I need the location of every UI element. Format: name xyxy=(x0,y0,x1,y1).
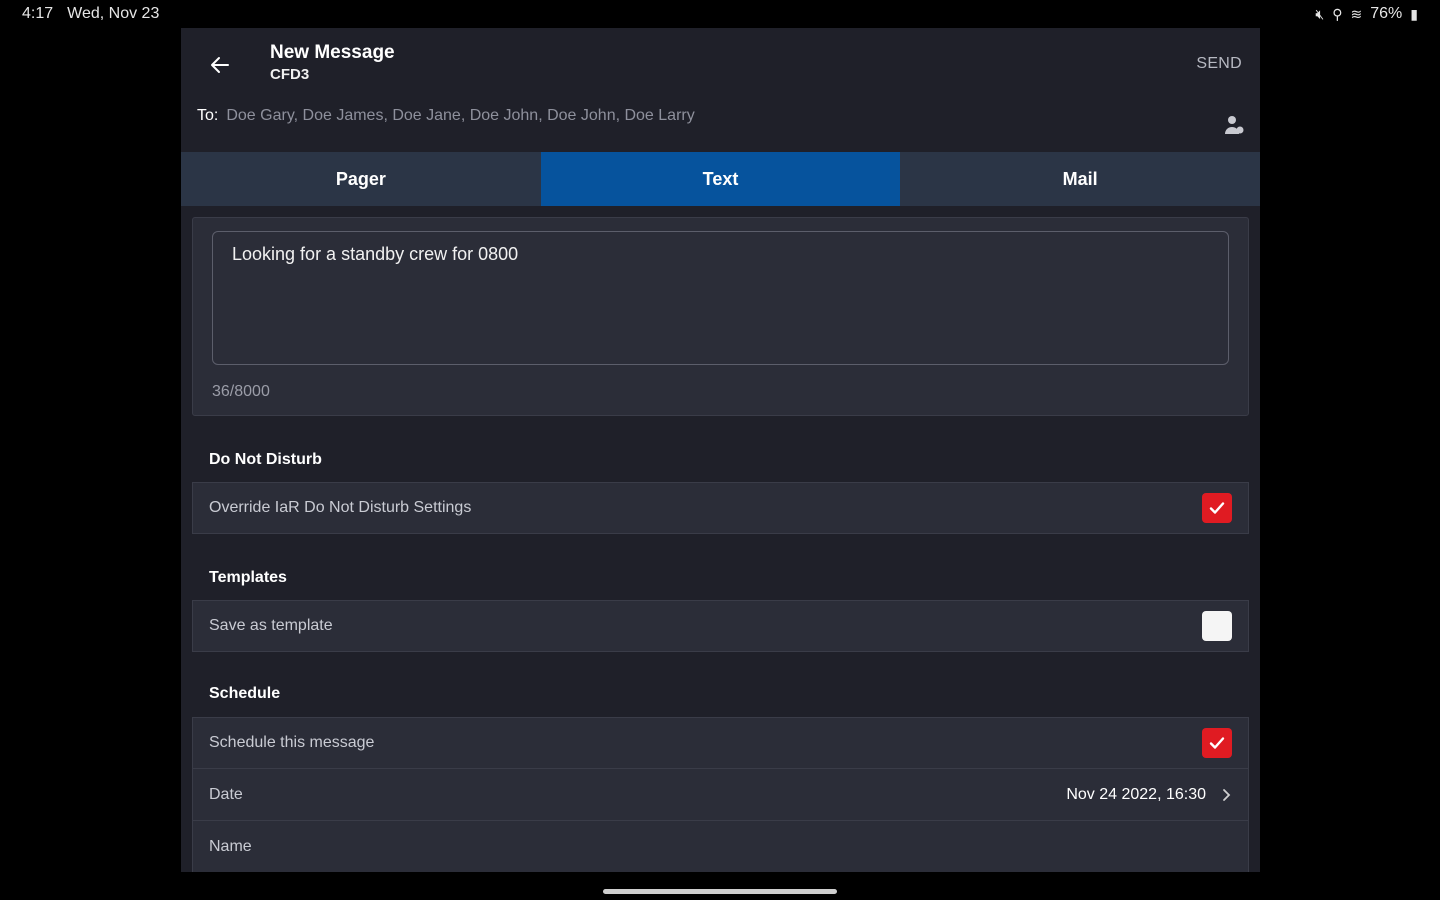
schedule-message-checkbox[interactable] xyxy=(1202,728,1232,758)
wifi-icon: ≋ xyxy=(1350,5,1363,22)
override-dnd-row[interactable]: Override IaR Do Not Disturb Settings xyxy=(192,482,1249,534)
character-counter: 36/8000 xyxy=(212,383,270,400)
battery-icon: ▮ xyxy=(1410,5,1418,22)
chevron-right-icon xyxy=(1223,788,1231,801)
person-add-icon xyxy=(1225,116,1244,134)
battery-level: 76% xyxy=(1370,5,1403,22)
tab-pager[interactable]: Pager xyxy=(181,152,541,206)
save-template-checkbox[interactable] xyxy=(1202,611,1232,641)
tab-text[interactable]: Text xyxy=(540,152,901,206)
schedule-message-row[interactable]: Schedule this message xyxy=(192,717,1249,769)
name-label: Name xyxy=(209,837,252,855)
checkmark-icon xyxy=(1209,502,1225,514)
add-recipient-button[interactable] xyxy=(1222,113,1246,137)
compose-card: Looking for a standby crew for 0800 36/8… xyxy=(192,217,1249,416)
status-time: 4:17 xyxy=(22,5,54,22)
message-screen: New Message CFD3 SEND To: Doe Gary, Doe … xyxy=(181,28,1260,872)
title-block: New Message CFD3 xyxy=(270,42,395,83)
date-value: Nov 24 2022, 16:30 xyxy=(1066,785,1206,803)
app-header: New Message CFD3 SEND To: Doe Gary, Doe … xyxy=(181,28,1260,152)
save-template-row[interactable]: Save as template xyxy=(192,600,1249,652)
name-row[interactable]: Name xyxy=(192,821,1249,872)
page-title: New Message xyxy=(270,42,395,63)
to-label: To: xyxy=(197,107,219,124)
send-button[interactable]: SEND xyxy=(1196,55,1242,73)
schedule-message-label: Schedule this message xyxy=(209,734,375,751)
save-template-label: Save as template xyxy=(209,617,333,634)
recipients-row[interactable]: To: Doe Gary, Doe James, Doe Jane, Doe J… xyxy=(197,107,695,125)
home-indicator[interactable] xyxy=(603,889,837,894)
page-subtitle: CFD3 xyxy=(270,66,310,83)
message-input[interactable]: Looking for a standby crew for 0800 xyxy=(212,231,1229,365)
tab-mail[interactable]: Mail xyxy=(900,152,1260,206)
status-date: Wed, Nov 23 xyxy=(67,5,160,22)
override-dnd-label: Override IaR Do Not Disturb Settings xyxy=(209,499,472,516)
dnd-section-title: Do Not Disturb xyxy=(209,451,322,468)
checkmark-icon xyxy=(1209,737,1225,749)
recipients-list[interactable]: Doe Gary, Doe James, Doe Jane, Doe John,… xyxy=(226,107,694,125)
form-content: Looking for a standby crew for 0800 36/8… xyxy=(181,206,1260,872)
back-button[interactable] xyxy=(203,48,237,82)
override-dnd-checkbox[interactable] xyxy=(1202,493,1232,523)
templates-section-title: Templates xyxy=(209,569,287,586)
schedule-section-title: Schedule xyxy=(209,685,281,702)
location-icon: ⚲ xyxy=(1332,5,1343,22)
status-bar: 4:17 Wed, Nov 23 🔇︎ ⚲ ≋ 76% ▮ xyxy=(0,0,1440,28)
date-label: Date xyxy=(209,785,243,803)
date-row[interactable]: Date Nov 24 2022, 16:30 xyxy=(192,769,1249,821)
arrow-left-icon xyxy=(211,57,229,73)
mute-icon: 🔇︎ xyxy=(1315,5,1325,22)
channel-tabs: Pager Text Mail xyxy=(181,152,1260,206)
